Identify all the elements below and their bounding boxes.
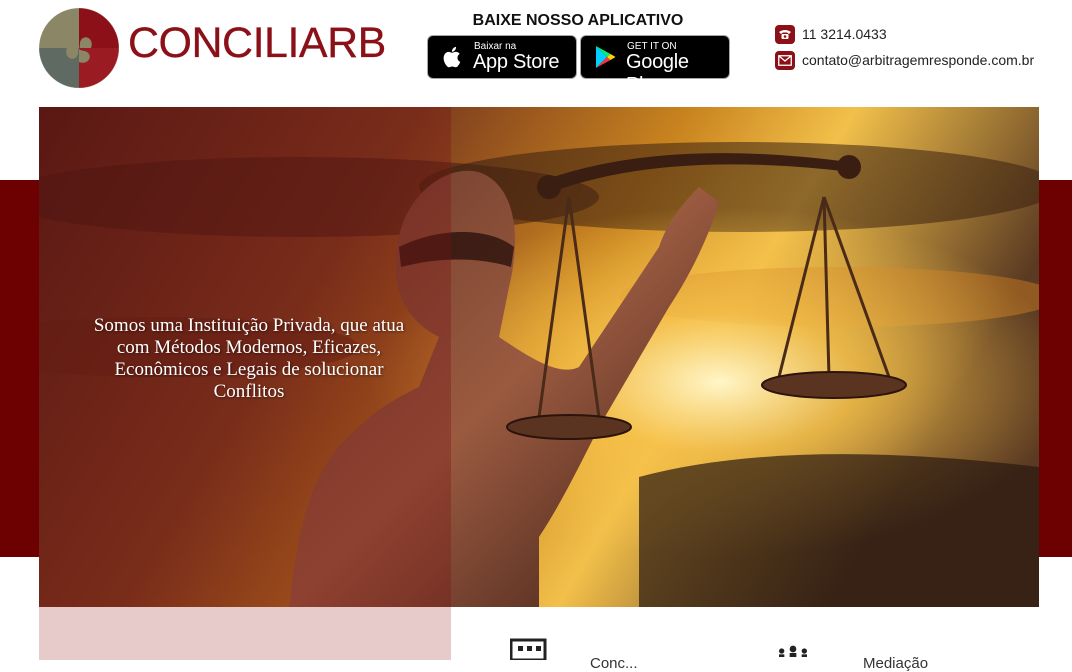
site-header: CONCILIARB BAIXE NOSSO APLICATIVO Baixar… [0, 0, 1072, 106]
app-store-button[interactable]: Baixar na App Store [427, 35, 577, 79]
google-play-icon [596, 46, 616, 68]
hero-tagline: Somos uma Instituição Privada, que atua … [93, 315, 405, 402]
puzzle-logo-icon [38, 7, 120, 89]
people-icon [779, 645, 807, 657]
app-download-title: BAIXE NOSSO APLICATIVO [472, 12, 684, 29]
brand-name: CONCILIARB [128, 19, 387, 67]
site-logo[interactable]: CONCILIARB [38, 7, 398, 89]
google-play-label: Google Play [626, 51, 689, 96]
service-mediacao[interactable]: Mediação [775, 638, 928, 672]
envelope-icon [775, 50, 795, 70]
email-address: contato@arbitragemresponde.com.br [802, 52, 1035, 68]
service-conciliacao[interactable]: Conc... [510, 638, 638, 672]
phone-number: 11 3214.0433 [802, 26, 887, 42]
phone-icon [775, 24, 795, 44]
hero-banner: Somos uma Instituição Privada, que atua … [39, 107, 1039, 607]
service-label: Mediação [863, 655, 929, 672]
service-label: Conc... [590, 655, 638, 672]
app-store-label: App Store [473, 51, 560, 73]
google-play-button[interactable]: GET IT ON Google Play [580, 35, 730, 96]
info-box [39, 607, 451, 660]
contact-email[interactable]: contato@arbitragemresponde.com.br [775, 50, 1034, 70]
contact-phone[interactable]: 11 3214.0433 [775, 24, 887, 44]
building-icon [510, 638, 547, 660]
apple-icon [443, 46, 461, 68]
